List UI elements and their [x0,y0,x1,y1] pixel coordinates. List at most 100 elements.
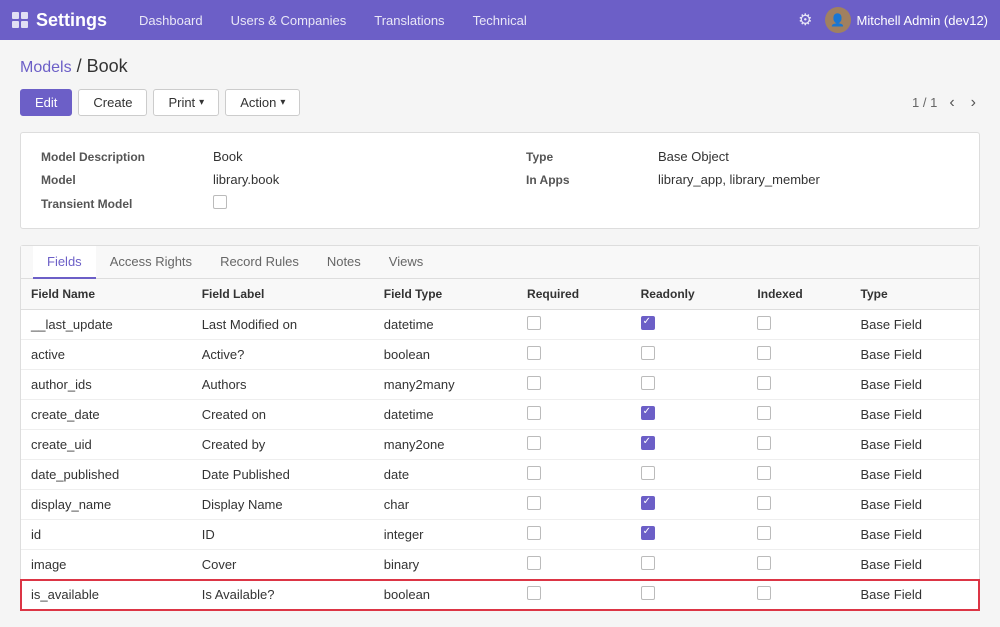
tab-access-rights[interactable]: Access Rights [96,246,206,279]
table-row[interactable]: imageCoverbinary Base Field [21,550,979,580]
action-dropdown-arrow: ▾ [280,97,285,108]
field-type-cell: many2one [374,430,517,460]
user-badge[interactable]: 👤 Mitchell Admin (dev12) [825,7,989,33]
tab-views[interactable]: Views [375,246,437,279]
col-field-name: Field Name [21,279,192,310]
checkbox-unchecked [641,466,655,480]
table-row[interactable]: __last_updateLast Modified ondatetimeBas… [21,310,979,340]
checkbox-unchecked [527,376,541,390]
main-content: Models / Book Edit Create Print ▾ Action… [0,40,1000,627]
avatar: 👤 [825,7,851,33]
required-cell [517,370,631,400]
checkbox-unchecked [757,556,771,570]
checkbox-unchecked [757,436,771,450]
required-cell [517,310,631,340]
create-button[interactable]: Create [78,89,147,116]
field-type-cell: datetime [374,310,517,340]
table-row[interactable]: is_availableIs Available?booleanBase Fie… [21,580,979,610]
field-label-cell: Is Available? [192,580,374,610]
checkbox-unchecked [527,496,541,510]
field-label-cell: ID [192,520,374,550]
pagination-text: 1 / 1 [912,95,937,110]
type-cell: Base Field [851,580,979,610]
breadcrumb-current: Book [87,56,128,76]
checkbox-unchecked [641,376,655,390]
field-type-cell: integer [374,520,517,550]
checkbox-unchecked [641,556,655,570]
tabs-container: Fields Access Rights Record Rules Notes … [20,245,980,611]
print-button[interactable]: Print ▾ [153,89,219,116]
field-name-cell: create_uid [21,430,192,460]
tab-fields[interactable]: Fields [33,246,96,279]
settings-icon[interactable]: ⚙ [798,10,812,30]
checkbox-unchecked [757,496,771,510]
indexed-cell [747,370,850,400]
table-row[interactable]: author_idsAuthorsmany2manyBase Field [21,370,979,400]
table-row[interactable]: display_nameDisplay NamecharBase Field [21,490,979,520]
indexed-cell [747,490,850,520]
field-name-cell: active [21,340,192,370]
edit-button[interactable]: Edit [20,89,72,116]
checkbox-unchecked [757,466,771,480]
readonly-cell [631,430,748,460]
required-cell [517,400,631,430]
checkbox-unchecked [527,436,541,450]
toolbar: Edit Create Print ▾ Action ▾ 1 / 1 ‹ › [20,89,980,116]
action-button[interactable]: Action ▾ [225,89,300,116]
field-type-cell: binary [374,550,517,580]
nav-links: Dashboard Users & Companies Translations… [127,5,798,36]
type-cell: Base Field [851,460,979,490]
tab-notes[interactable]: Notes [313,246,375,279]
field-label-cell: Display Name [192,490,374,520]
nav-translations[interactable]: Translations [362,5,456,36]
required-cell [517,550,631,580]
nav-users-companies[interactable]: Users & Companies [219,5,359,36]
nav-dashboard[interactable]: Dashboard [127,5,215,36]
col-indexed: Indexed [747,279,850,310]
field-name-cell: display_name [21,490,192,520]
checkbox-unchecked [527,466,541,480]
field-type-cell: many2many [374,370,517,400]
type-cell: Base Field [851,340,979,370]
table-row[interactable]: create_dateCreated ondatetimeBase Field [21,400,979,430]
indexed-cell [747,340,850,370]
table-row[interactable]: date_publishedDate Publisheddate Base Fie… [21,460,979,490]
checkbox-unchecked [757,406,771,420]
table-row[interactable]: idIDinteger Base Field [21,520,979,550]
col-field-label: Field Label [192,279,374,310]
field-name-cell: id [21,520,192,550]
label-type: Type [526,150,646,164]
next-arrow[interactable]: › [967,92,980,114]
checkbox-unchecked [527,316,541,330]
checkbox-unchecked [757,586,771,600]
checkbox-checked [641,406,655,420]
type-cell: Base Field [851,520,979,550]
field-name-cell: image [21,550,192,580]
field-type-cell: date [374,460,517,490]
readonly-cell [631,520,748,550]
field-label-cell: Cover [192,550,374,580]
required-cell [517,340,631,370]
col-type: Type [851,279,979,310]
nav-technical[interactable]: Technical [461,5,539,36]
table-row[interactable]: activeActive?booleanBase Field [21,340,979,370]
transient-model-checkbox[interactable] [213,195,227,209]
readonly-cell [631,490,748,520]
tab-record-rules[interactable]: Record Rules [206,246,313,279]
table-row[interactable]: create_uidCreated bymany2oneBase Field [21,430,979,460]
indexed-cell [747,460,850,490]
label-model-description: Model Description [41,150,201,164]
checkbox-checked [641,436,655,450]
checkbox-unchecked [527,406,541,420]
field-name-cell: date_published [21,460,192,490]
checkbox-unchecked [527,526,541,540]
app-menu-icon[interactable] [12,12,28,28]
type-cell: Base Field [851,550,979,580]
type-cell: Base Field [851,490,979,520]
breadcrumb-parent[interactable]: Models [20,59,72,76]
form-section: Model Description Book Type Base Object … [20,132,980,229]
field-label-cell: Date Published [192,460,374,490]
readonly-cell [631,340,748,370]
form-grid: Model Description Book Type Base Object … [41,149,959,212]
prev-arrow[interactable]: ‹ [945,92,958,114]
